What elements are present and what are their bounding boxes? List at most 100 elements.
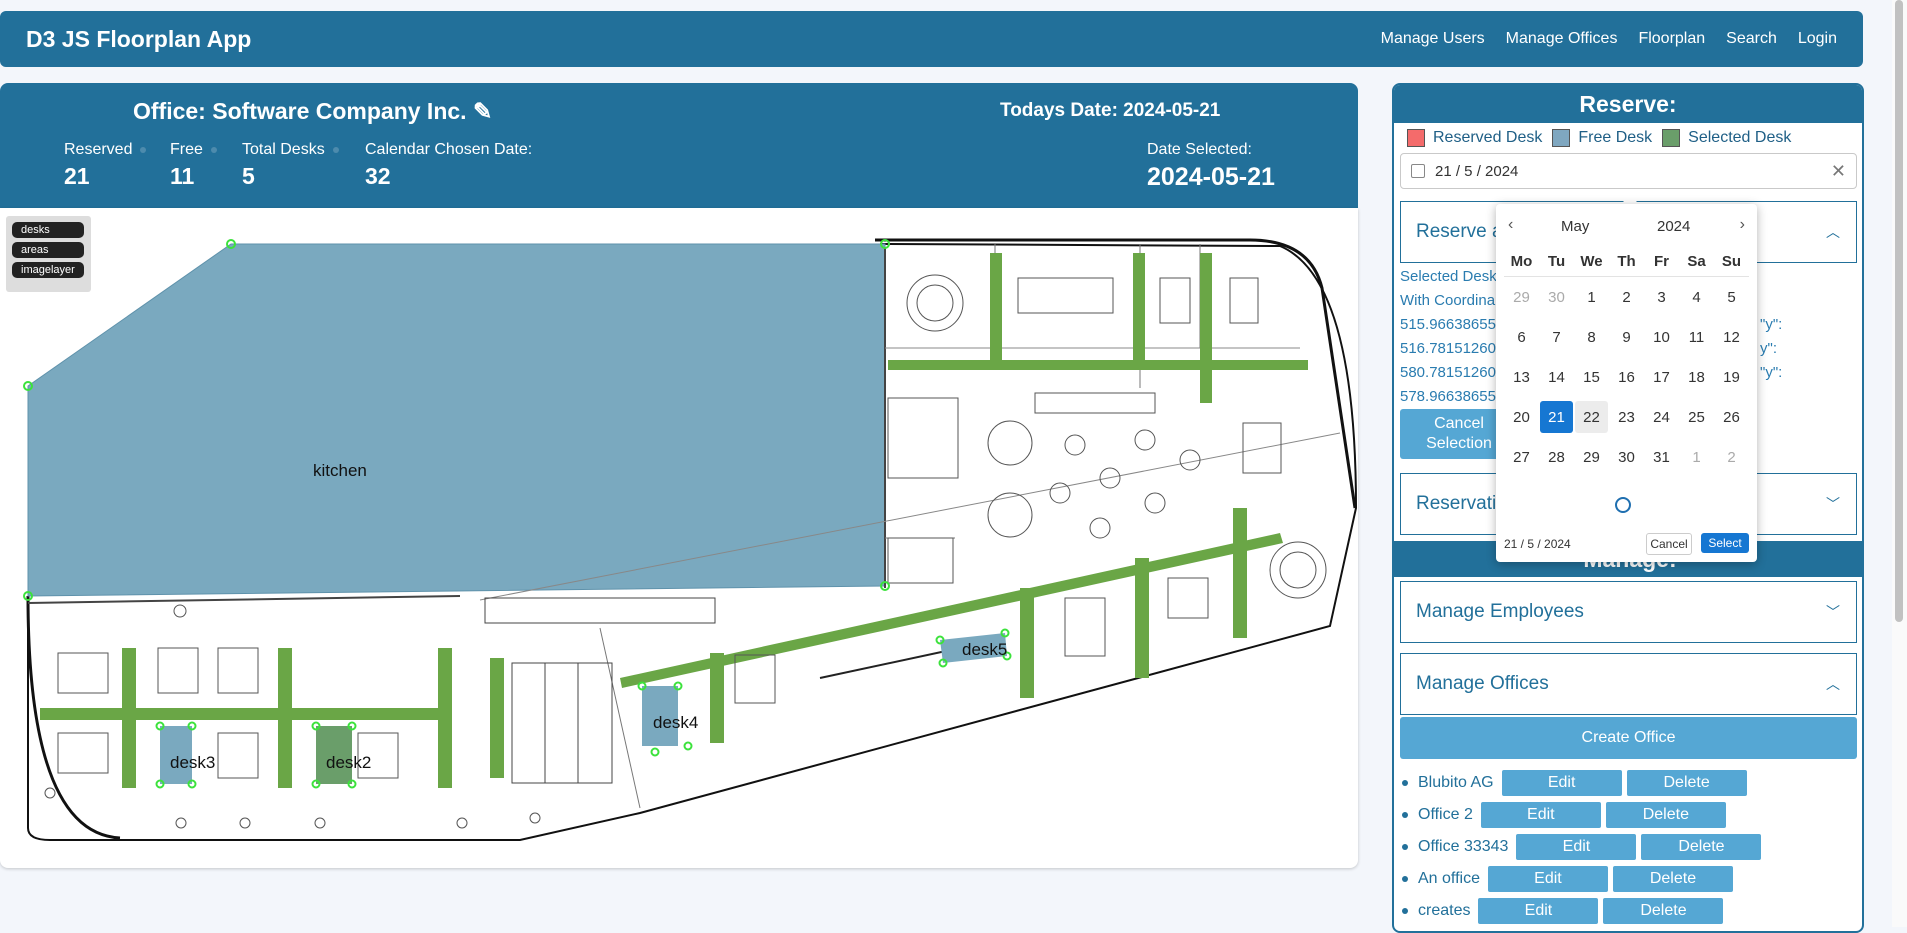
day-cell[interactable]: 17 (1644, 357, 1679, 397)
edit-button[interactable]: Edit (1480, 802, 1601, 828)
bullet-icon (1402, 876, 1408, 882)
nav-floorplan[interactable]: Floorplan (1638, 30, 1705, 48)
day-cell[interactable]: 8 (1574, 317, 1609, 357)
swatch-icon (1407, 129, 1425, 147)
month-select[interactable]: May (1561, 218, 1589, 235)
chevron-up-icon[interactable]: ︿ (1826, 674, 1840, 694)
date-selected-label: Date Selected: (1147, 141, 1252, 158)
day-cell[interactable]: 12 (1714, 317, 1749, 357)
day-cell[interactable]: 4 (1679, 277, 1714, 317)
day-cell[interactable]: 5 (1714, 277, 1749, 317)
brand-title[interactable]: D3 JS Floorplan App (26, 26, 251, 53)
nav-manage-users[interactable]: Manage Users (1381, 30, 1485, 48)
edit-button[interactable]: Edit (1487, 866, 1608, 892)
stat-value: 5 (242, 163, 255, 189)
edit-button[interactable]: Edit (1478, 898, 1599, 924)
dot-icon (332, 147, 339, 153)
chevron-up-icon[interactable]: ︿ (1826, 222, 1840, 242)
layer-desks-button[interactable]: desks (12, 222, 84, 238)
day-cell[interactable]: 9 (1609, 317, 1644, 357)
day-cell[interactable]: 16 (1609, 357, 1644, 397)
close-icon[interactable]: ✕ (1831, 161, 1846, 182)
day-cell[interactable]: 7 (1539, 317, 1574, 357)
chevron-right-icon[interactable]: › (1740, 216, 1745, 234)
edit-button[interactable]: Edit (1516, 834, 1637, 860)
day-cell[interactable]: 2 (1714, 437, 1749, 477)
datepicker-cancel-button[interactable]: Cancel (1646, 533, 1692, 555)
selection-line: "y": (1760, 364, 1783, 381)
day-cell[interactable]: 24 (1644, 397, 1679, 437)
day-cell[interactable]: 1 (1574, 277, 1609, 317)
day-cell[interactable]: 28 (1539, 437, 1574, 477)
day-cell-hover[interactable]: 22 (1574, 397, 1609, 437)
office-list: Blubito AG Edit Delete Office 2 Edit Del… (1402, 767, 1766, 927)
selection-info-right: "y": y": "y": (1760, 313, 1782, 385)
nav-search[interactable]: Search (1726, 30, 1777, 48)
stat-total-desks: Total Desks 5 (242, 141, 339, 190)
layer-imagelayer-button[interactable]: imagelayer (12, 262, 84, 278)
kitchen-label: kitchen (313, 461, 367, 480)
stat-value: 21 (64, 163, 90, 189)
day-cell[interactable]: 13 (1504, 357, 1539, 397)
datepicker-header: ‹ May 2024 › (1496, 216, 1757, 238)
navbar: D3 JS Floorplan App Manage Users Manage … (0, 11, 1863, 67)
day-cell[interactable]: 30 (1609, 437, 1644, 477)
day-cell[interactable]: 14 (1539, 357, 1574, 397)
day-cell[interactable]: 29 (1504, 277, 1539, 317)
manage-employees-accordion[interactable]: Manage Employees ﹀ (1400, 581, 1857, 643)
day-cell[interactable]: 25 (1679, 397, 1714, 437)
day-cell-selected[interactable]: 21 (1539, 397, 1574, 437)
delete-button[interactable]: Delete (1641, 834, 1762, 860)
office-title[interactable]: Office: Software Company Inc. ✎ (133, 98, 492, 125)
day-cell[interactable]: 2 (1609, 277, 1644, 317)
greenery (1135, 558, 1149, 678)
floorplan-svg[interactable]: kitchen desk3 desk2 desk4 desk5 (0, 208, 1358, 868)
delete-button[interactable]: Delete (1612, 866, 1733, 892)
scrollbar-thumb[interactable] (1895, 0, 1903, 622)
desk3-label: desk3 (170, 753, 215, 772)
create-office-button[interactable]: Create Office (1400, 717, 1857, 759)
layer-areas-button[interactable]: areas (12, 242, 84, 258)
day-cell[interactable]: 19 (1714, 357, 1749, 397)
kitchen-area[interactable] (27, 243, 886, 597)
chevron-down-icon[interactable]: ﹀ (1826, 494, 1840, 514)
day-cell[interactable]: 20 (1504, 397, 1539, 437)
stat-reserved: Reserved 21 (64, 141, 147, 190)
delete-button[interactable]: Delete (1626, 770, 1747, 796)
greenery (1200, 253, 1212, 403)
datepicker-select-button[interactable]: Select (1701, 533, 1749, 553)
date-input[interactable]: 21 / 5 / 2024 ✕ (1400, 153, 1857, 189)
manage-offices-accordion[interactable]: Manage Offices ︿ (1400, 653, 1857, 715)
day-cell[interactable]: 15 (1574, 357, 1609, 397)
nav-manage-offices[interactable]: Manage Offices (1506, 30, 1618, 48)
day-cell[interactable]: 6 (1504, 317, 1539, 357)
year-select[interactable]: 2024 (1657, 218, 1690, 235)
day-cell[interactable]: 30 (1539, 277, 1574, 317)
day-cell[interactable]: 1 (1679, 437, 1714, 477)
day-cell[interactable]: 31 (1644, 437, 1679, 477)
greenery (40, 708, 450, 720)
chevron-left-icon[interactable]: ‹ (1508, 216, 1513, 234)
delete-button[interactable]: Delete (1605, 802, 1726, 828)
day-cell[interactable]: 18 (1679, 357, 1714, 397)
day-cell[interactable]: 23 (1609, 397, 1644, 437)
day-cell[interactable]: 26 (1714, 397, 1749, 437)
nav-links: Manage Users Manage Offices Floorplan Se… (1381, 30, 1837, 48)
day-cell[interactable]: 11 (1679, 317, 1714, 357)
greenery (278, 648, 292, 788)
day-cell[interactable]: 3 (1644, 277, 1679, 317)
delete-button[interactable]: Delete (1603, 898, 1724, 924)
day-cell[interactable]: 29 (1574, 437, 1609, 477)
reserve-title: Reserve: (1394, 85, 1862, 123)
office-name: Office 33343 (1418, 838, 1509, 855)
date-selected-value: 2024-05-21 (1147, 163, 1275, 191)
weekday: Mo (1504, 248, 1539, 277)
nav-login[interactable]: Login (1798, 30, 1837, 48)
day-cell[interactable]: 27 (1504, 437, 1539, 477)
clock-icon[interactable] (1615, 497, 1631, 513)
greenery (990, 253, 1002, 363)
edit-button[interactable]: Edit (1501, 770, 1622, 796)
chevron-down-icon[interactable]: ﹀ (1826, 602, 1840, 622)
day-cell[interactable]: 10 (1644, 317, 1679, 357)
weekday: Tu (1539, 248, 1574, 277)
